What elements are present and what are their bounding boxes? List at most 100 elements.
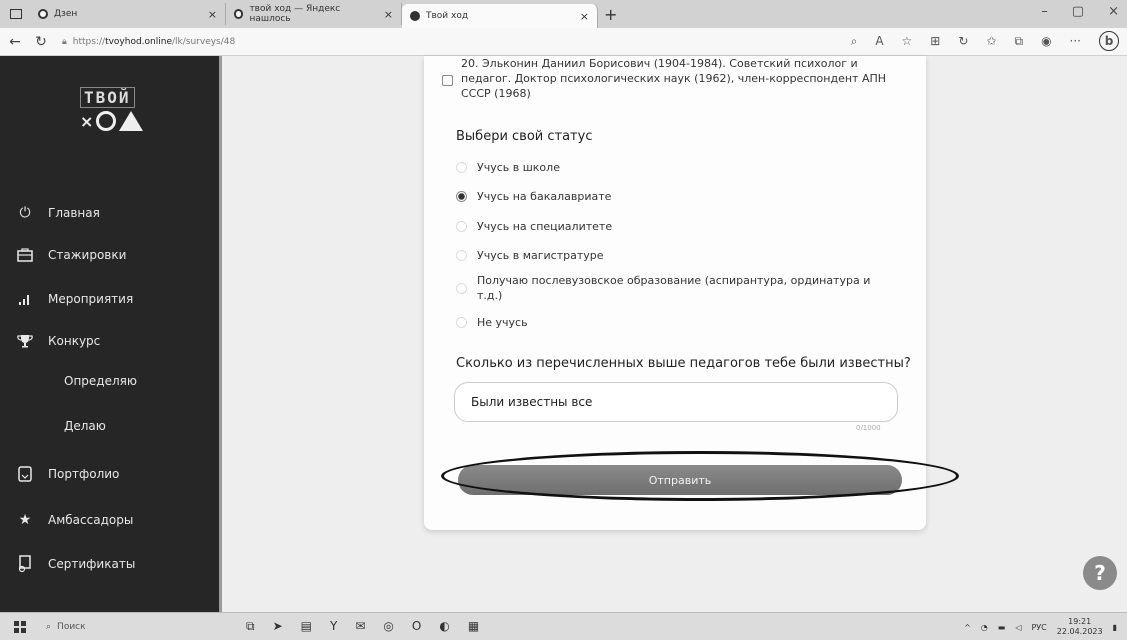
status-option-label: Учусь на специалитете	[477, 220, 613, 233]
tab-yandex[interactable]: твой ход — Яндекс нашлось ×	[226, 3, 402, 25]
status-option-postgraduate[interactable]: Получаю послевузовское образование (аспи…	[456, 273, 887, 303]
tab-tvoy-hod[interactable]: Твой ход ×	[402, 4, 598, 28]
tvoy-hod-favicon-icon	[410, 11, 420, 21]
url-prefix: https://	[72, 36, 106, 47]
maximize-button[interactable]: ▢	[1072, 4, 1084, 19]
sidebar-item-home[interactable]: ⏻ Главная	[0, 201, 219, 225]
favorites-icon[interactable]: ✩	[986, 34, 996, 48]
media-icon[interactable]: ➤	[273, 619, 283, 634]
submit-button[interactable]: Отправить	[458, 465, 902, 495]
back-arrow-icon[interactable]: ←	[4, 34, 26, 50]
sidebar-item-events[interactable]: Мероприятия	[0, 287, 219, 311]
status-option-label: Учусь в школе	[477, 161, 560, 174]
url-field[interactable]: 🔒︎ https://tvoyhod.online/lk/surveys/48	[62, 37, 235, 47]
file-explorer-icon[interactable]: ▤	[301, 619, 312, 634]
sidebar-item-label: Конкурс	[48, 334, 101, 348]
dzen-favicon-icon	[38, 9, 48, 19]
status-option-not-studying[interactable]: Не учусь	[456, 315, 887, 330]
sidebar-item-define[interactable]: Определяю	[0, 369, 219, 393]
collections-icon[interactable]: ⧉	[1014, 34, 1023, 49]
taskbar-search-label: Поиск	[57, 621, 86, 632]
status-option-school[interactable]: Учусь в школе	[456, 160, 887, 175]
extensions-icon[interactable]: ⊞	[930, 34, 940, 48]
taskbar-search[interactable]: ⌕ Поиск	[46, 622, 186, 632]
radio-button-selected[interactable]	[456, 191, 467, 202]
tab-actions-icon[interactable]	[10, 9, 22, 19]
star-icon: ★	[18, 512, 32, 528]
favorite-star-icon[interactable]: ☆	[902, 34, 913, 48]
battery-icon[interactable]: ▬	[998, 623, 1006, 632]
status-question-title: Выбери свой статус	[456, 129, 593, 144]
close-tab-icon[interactable]: ×	[372, 8, 393, 21]
new-tab-button[interactable]: +	[604, 5, 617, 24]
sidebar-item-label: Амбассадоры	[48, 513, 134, 527]
sidebar-item-label: Портфолио	[48, 467, 120, 481]
teacher-option[interactable]: 20. Эльконин Даниил Борисович (1904-1984…	[442, 56, 891, 101]
opera-icon[interactable]: O	[412, 619, 421, 634]
tab-dzen[interactable]: Дзен ×	[30, 3, 226, 25]
edge-icon[interactable]: ◐	[439, 619, 449, 634]
status-option-specialist[interactable]: Учусь на специалитете	[456, 219, 887, 234]
windows-start-icon[interactable]	[14, 620, 26, 633]
more-icon[interactable]: ···	[1070, 34, 1081, 48]
logo-cross-icon: ×	[80, 111, 94, 131]
help-button[interactable]: ?	[1083, 556, 1117, 590]
sidebar-item-ambassadors[interactable]: ★ Амбассадоры	[0, 508, 219, 532]
language-indicator[interactable]: РУС	[1031, 623, 1046, 632]
sidebar-item-label: Главная	[48, 206, 100, 220]
notifications-icon[interactable]: ▮	[1113, 623, 1117, 632]
refresh-icon[interactable]: ↻	[958, 34, 968, 48]
mail-icon[interactable]: ✉	[355, 619, 365, 634]
network-icon[interactable]: ◔	[981, 623, 988, 632]
radio-button[interactable]	[456, 282, 467, 294]
close-tab-icon[interactable]: ×	[568, 10, 589, 23]
close-tab-icon[interactable]: ×	[196, 8, 217, 21]
bing-icon[interactable]: b	[1099, 31, 1119, 51]
status-option-label: Учусь в магистратуре	[477, 249, 604, 262]
status-option-bachelor[interactable]: Учусь на бакалавриате	[456, 189, 887, 204]
status-option-master[interactable]: Учусь в магистратуре	[456, 248, 887, 263]
known-answer-field[interactable]: Были известны все	[454, 382, 898, 422]
close-window-button[interactable]: ×	[1108, 4, 1119, 19]
status-option-label: Учусь на бакалавриате	[477, 190, 612, 203]
office-icon[interactable]: ◎	[383, 619, 393, 634]
profile-icon[interactable]: ◉	[1041, 34, 1051, 48]
sidebar-item-contest[interactable]: Конкурс	[0, 329, 219, 353]
sidebar: ТВОЙ × ⏻ Главная Стажировки Мероприятия …	[0, 56, 222, 612]
sidebar-item-portfolio[interactable]: Портфолио	[0, 462, 219, 486]
sidebar-item-label: Сертификаты	[48, 557, 136, 571]
briefcase-icon	[16, 246, 34, 264]
tray-chevron-icon[interactable]: ^	[964, 623, 971, 632]
clock[interactable]: 19:21 22.04.2023	[1057, 617, 1103, 637]
logo[interactable]: ТВОЙ ×	[80, 87, 150, 150]
task-view-icon[interactable]: ⧉	[246, 619, 255, 634]
reload-icon[interactable]: ↻	[30, 34, 52, 50]
radio-button[interactable]	[456, 221, 467, 232]
volume-icon[interactable]: ◁	[1015, 623, 1021, 632]
browser-tab-strip: Дзен × твой ход — Яндекс нашлось × Твой …	[0, 0, 1127, 28]
radio-button[interactable]	[456, 317, 467, 328]
sidebar-item-internships[interactable]: Стажировки	[0, 243, 219, 267]
logo-triangle-icon	[119, 111, 144, 131]
logo-shapes: ×	[80, 111, 150, 131]
teacher-checkbox[interactable]	[442, 75, 453, 86]
radio-button[interactable]	[456, 162, 467, 173]
sidebar-item-label: Делаю	[64, 419, 106, 433]
read-aloud-icon[interactable]: A	[875, 34, 883, 48]
minimize-button[interactable]: –	[1041, 4, 1048, 19]
power-icon: ⏻	[19, 205, 31, 221]
store-icon[interactable]: ▦	[468, 619, 479, 634]
survey-card: 20. Эльконин Даниил Борисович (1904-1984…	[424, 56, 926, 530]
logo-text: ТВОЙ	[80, 87, 135, 108]
sidebar-item-do[interactable]: Делаю	[0, 414, 219, 438]
sidebar-item-label: Стажировки	[48, 248, 127, 262]
taskbar-apps: ⧉ ➤ ▤ Y ✉ ◎ O ◐ ▦	[246, 619, 479, 634]
status-option-label: Получаю послевузовское образование (аспи…	[477, 274, 871, 302]
radio-button[interactable]	[456, 250, 467, 261]
tab-label: Твой ход	[426, 11, 469, 21]
character-counter: 0/1000	[856, 424, 881, 432]
sidebar-item-certificates[interactable]: Сертификаты	[0, 552, 219, 576]
yandex-icon[interactable]: Y	[330, 619, 337, 634]
zoom-icon[interactable]: ⌕	[851, 34, 858, 49]
clock-date: 22.04.2023	[1056, 627, 1103, 636]
